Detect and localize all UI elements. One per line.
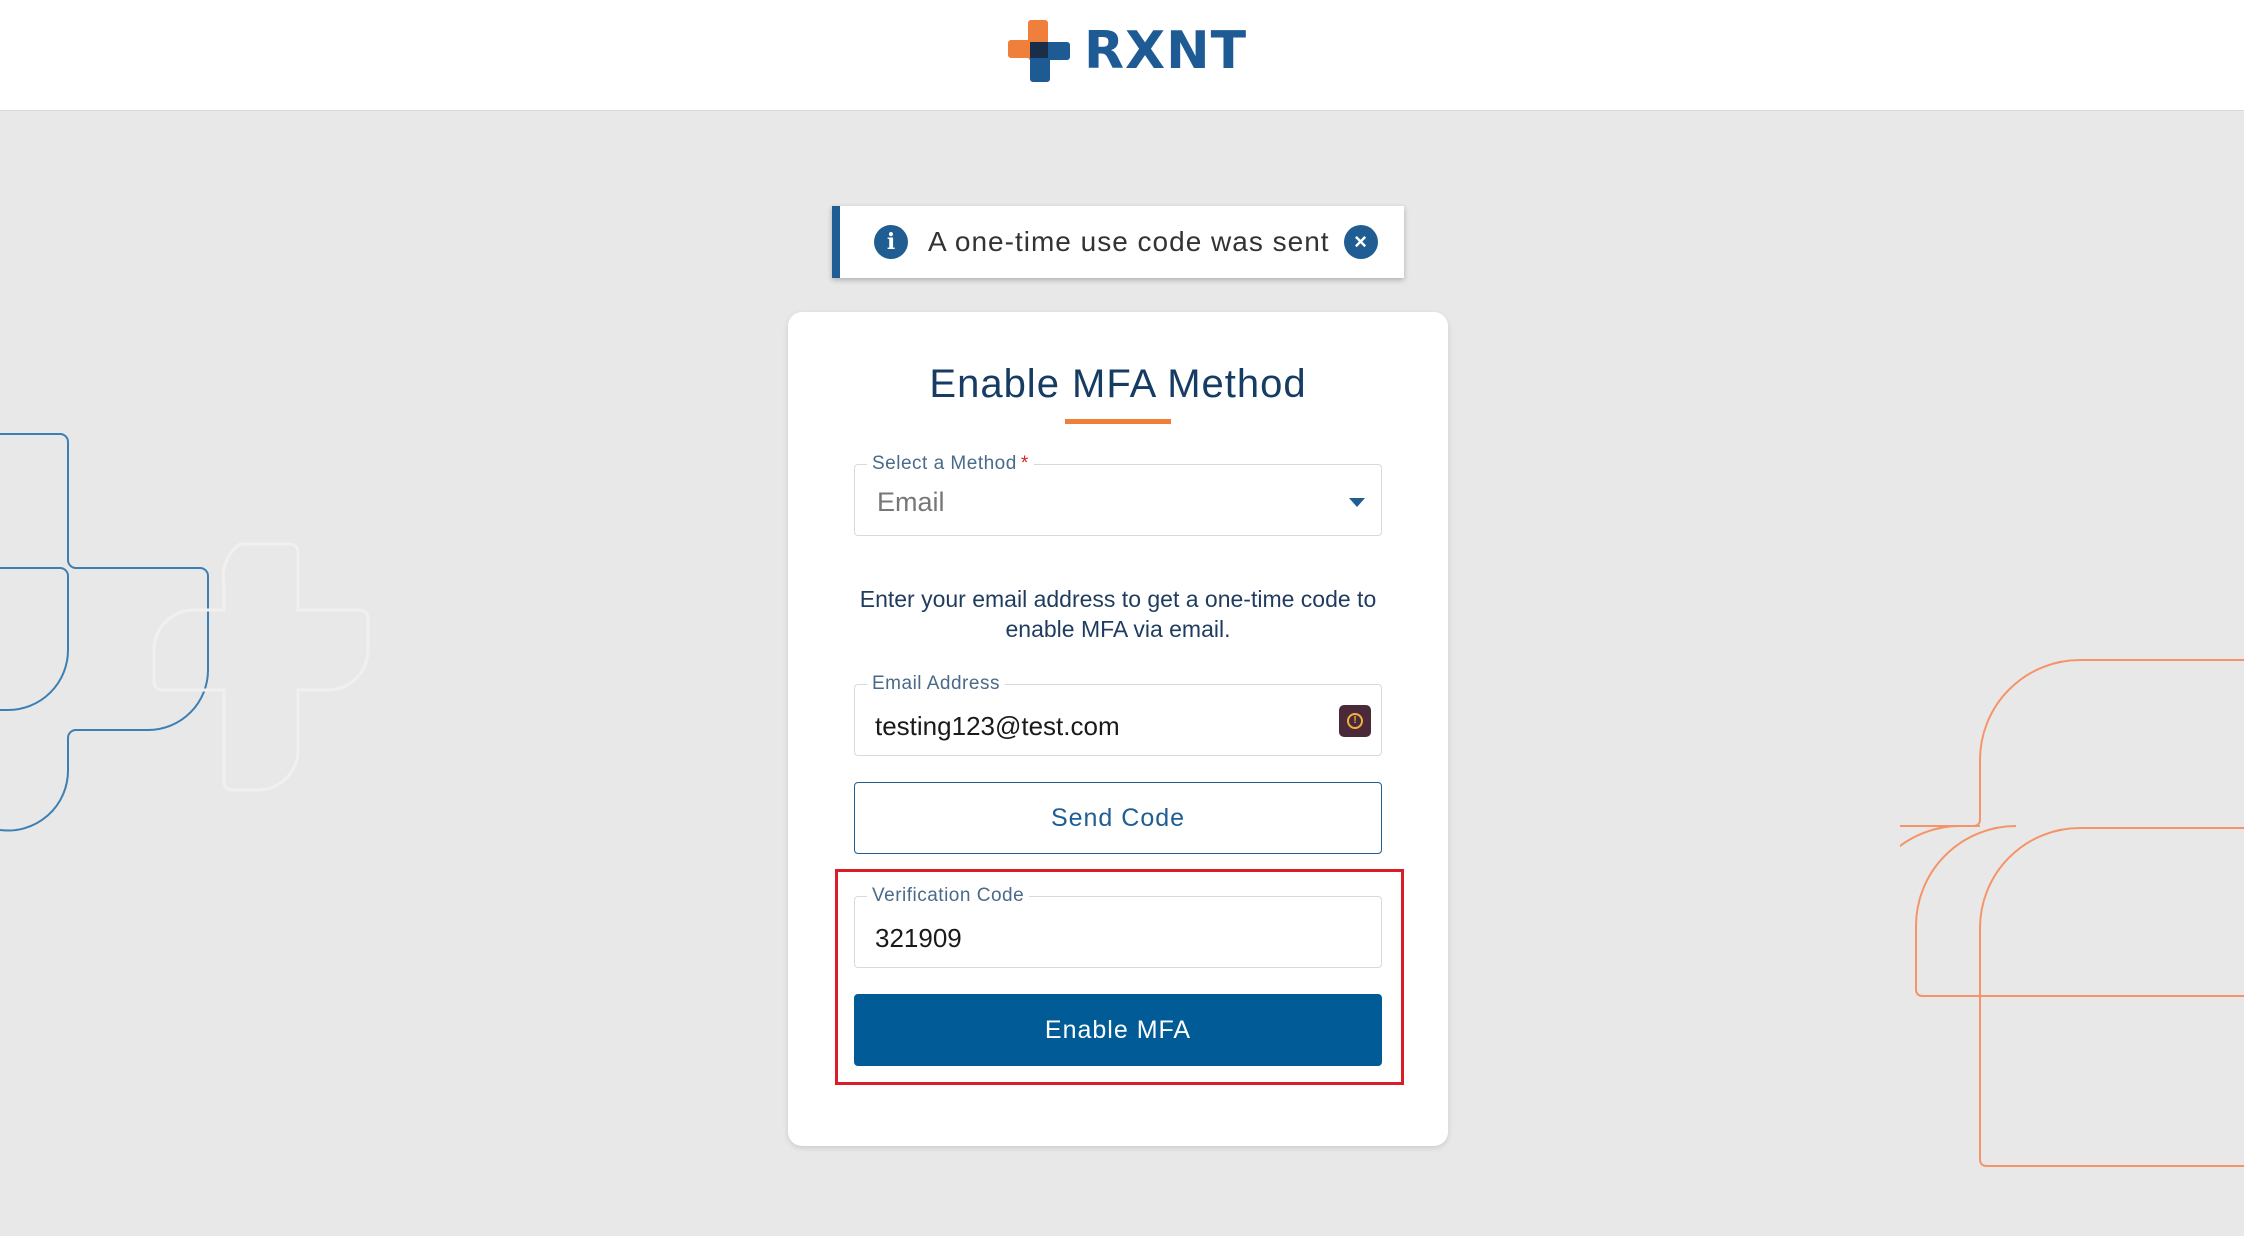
brand-name: RXNT <box>1084 21 1248 81</box>
password-manager-icon[interactable]: ! <box>1339 705 1371 737</box>
toast-notification: i A one-time use code was sent × <box>832 206 1404 278</box>
instructions-text: Enter your email address to get a one-ti… <box>859 586 1377 642</box>
email-field[interactable]: Email Address ! <box>854 673 1382 756</box>
send-code-button[interactable]: Send Code <box>854 782 1382 854</box>
top-header: RXNT <box>0 0 2244 111</box>
toast-message: A one-time use code was sent <box>928 226 1330 257</box>
method-selected-value: Email <box>877 487 945 517</box>
rxnt-cross-logo-icon <box>1008 20 1070 82</box>
chevron-down-icon[interactable] <box>1349 498 1365 507</box>
background-decoration-right <box>1900 659 2244 1167</box>
info-icon: i <box>874 225 908 259</box>
mfa-card: Enable MFA Method Select a Method * Email… <box>788 312 1448 1146</box>
background-decoration-left <box>0 433 370 832</box>
rxnt-logo[interactable]: RXNT <box>1008 20 1247 82</box>
page-title: Enable MFA Method <box>929 362 1307 406</box>
close-icon[interactable]: × <box>1343 225 1378 259</box>
enable-mfa-button[interactable]: Enable MFA <box>854 994 1382 1066</box>
method-select[interactable]: Select a Method * Email <box>854 453 1382 536</box>
email-input[interactable] <box>855 685 1381 755</box>
title-underline <box>1065 419 1171 424</box>
verification-code-input[interactable] <box>855 897 1381 967</box>
verification-code-field[interactable]: Verification Code <box>854 885 1382 968</box>
required-mark: * <box>1020 453 1029 474</box>
method-label: Select a Method * <box>867 453 1034 475</box>
